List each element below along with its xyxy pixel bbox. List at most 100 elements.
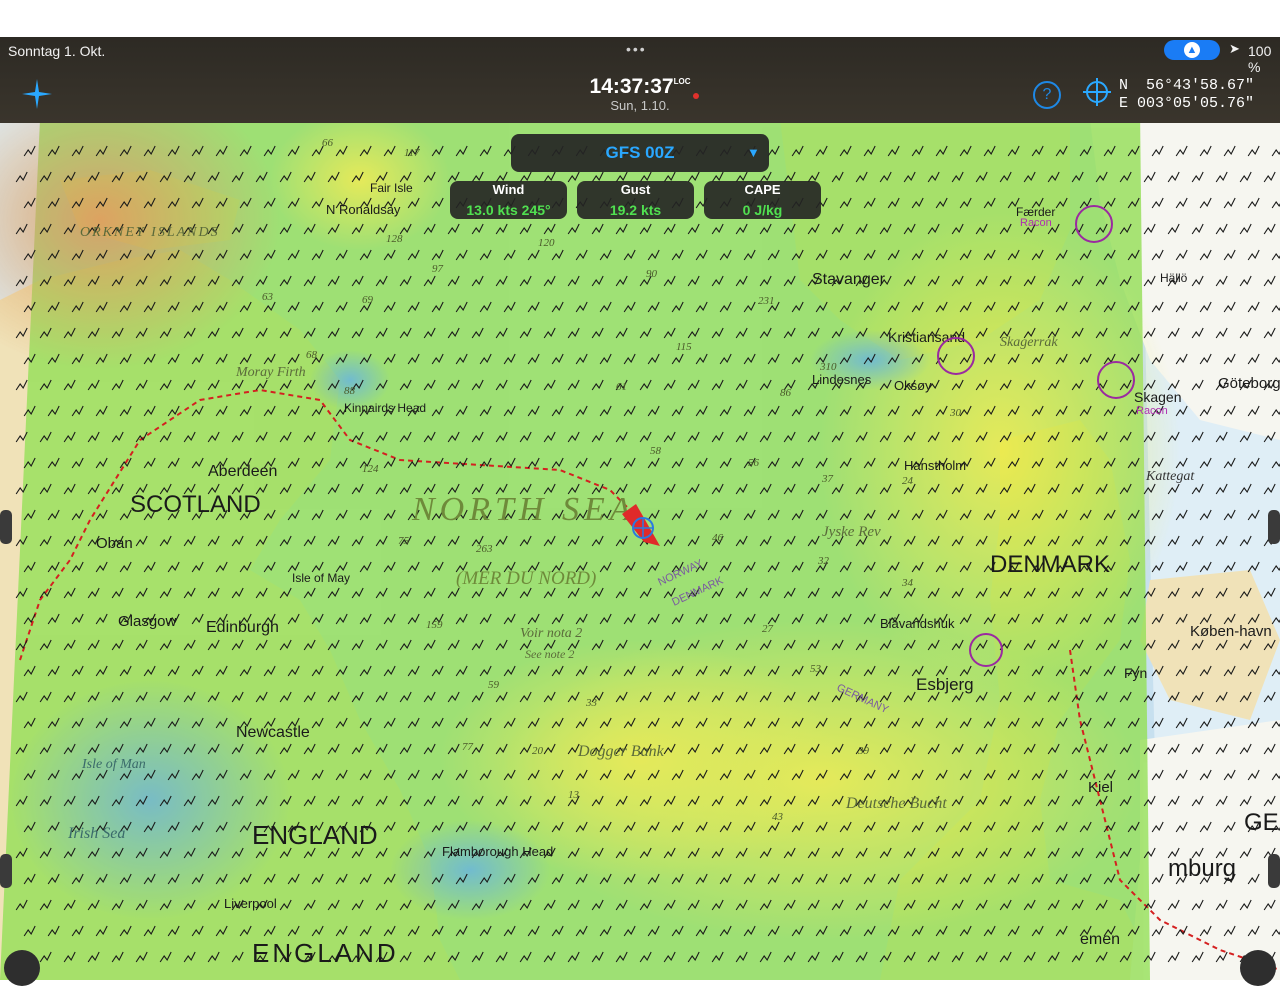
label-kinnairds: Kinnairds Head bbox=[344, 401, 426, 415]
depth-sounding: 75 bbox=[398, 535, 410, 547]
depth-sounding: 159 bbox=[426, 619, 443, 631]
depth-sounding: 128 bbox=[386, 233, 403, 245]
clock-time-value: 14:37:37 bbox=[589, 75, 674, 98]
label-isle-of-man: Isle of Man bbox=[81, 757, 146, 772]
param-gust-value: 19.2 kts bbox=[609, 202, 662, 218]
battery-level: 100 % bbox=[1248, 43, 1272, 75]
label-lindesnes: Lindesnes bbox=[812, 372, 872, 387]
depth-sounding: 90 bbox=[646, 268, 658, 280]
label-aberdeen: Aberdeen bbox=[208, 463, 277, 480]
label-liverpool: Liverpool bbox=[224, 896, 277, 911]
param-cape[interactable]: CAPE 0 J/kg bbox=[704, 181, 821, 219]
depth-sounding: 88 bbox=[344, 385, 356, 397]
label-kattegat: Kattegat bbox=[1145, 469, 1195, 484]
clock-time: 14:37:37LOC bbox=[560, 75, 720, 99]
label-oban: Oban bbox=[96, 535, 133, 552]
depth-sounding: 77 bbox=[462, 741, 474, 753]
label-kobenhavn: Køben-havn bbox=[1190, 623, 1272, 640]
dropdown-caret-icon: ▼ bbox=[747, 145, 760, 160]
label-fyn: Fyn bbox=[1124, 665, 1147, 681]
label-goteborg: Göteborg bbox=[1218, 375, 1280, 392]
depth-sounding: 66 bbox=[322, 137, 334, 149]
right-panel-handle[interactable] bbox=[1268, 510, 1280, 544]
depth-sounding: 310 bbox=[819, 361, 837, 373]
location-arrow-icon: ▲ bbox=[1184, 42, 1200, 58]
depth-sounding: 117 bbox=[404, 147, 420, 159]
depth-sounding: 231 bbox=[758, 295, 775, 307]
label-flamborough: Flamborough Head bbox=[442, 844, 553, 859]
depth-sounding: 13 bbox=[568, 789, 580, 801]
depth-sounding: 120 bbox=[538, 237, 555, 249]
land-germany bbox=[1130, 720, 1280, 980]
depth-sounding: 69 bbox=[362, 294, 374, 306]
compass-button[interactable] bbox=[1240, 950, 1276, 986]
label-racon-2: Racon bbox=[1020, 217, 1052, 229]
left-panel-handle[interactable] bbox=[0, 510, 12, 544]
param-wind[interactable]: Wind 13.0 kts 245° bbox=[450, 181, 567, 219]
label-scotland: SCOTLAND bbox=[130, 491, 261, 518]
label-england: ENGLAND bbox=[252, 820, 378, 850]
depth-sounding: 86 bbox=[780, 387, 792, 399]
depth-sounding: 43 bbox=[772, 811, 784, 823]
param-cape-value: 0 J/kg bbox=[742, 202, 783, 218]
label-ge: GE bbox=[1244, 809, 1279, 836]
param-cape-label: CAPE bbox=[744, 182, 781, 197]
depth-sounding: 97 bbox=[432, 263, 444, 275]
depth-sounding: 61 bbox=[616, 381, 627, 393]
depth-sounding: 58 bbox=[650, 445, 662, 457]
label-fair-isle: Fair Isle bbox=[370, 181, 413, 195]
depth-sounding: 68 bbox=[306, 349, 318, 361]
param-wind-label: Wind bbox=[492, 182, 525, 197]
multitask-dots[interactable]: ••• bbox=[626, 41, 647, 57]
help-button[interactable]: ? bbox=[1033, 81, 1061, 109]
app-header: Sonntag 1. Okt. ••• ▲ ➤ 100 % 14:37:37LO… bbox=[0, 37, 1280, 123]
label-orkney: ORKNEY ISLANDS bbox=[80, 225, 220, 240]
depth-sounding: 20 bbox=[532, 745, 544, 757]
depth-sounding: 27 bbox=[762, 623, 774, 635]
weather-model-label: GFS 00Z bbox=[605, 143, 675, 162]
label-voir-nota: Voir nota 2 bbox=[520, 626, 582, 641]
label-hanstholm: Hanstholm bbox=[904, 458, 966, 473]
label-north-sea: NORTH SEA bbox=[411, 491, 636, 528]
label-see-note: See note 2 bbox=[525, 647, 574, 661]
position-lon: E 003°05'05.76" bbox=[1119, 95, 1255, 112]
label-blavandshuk: Blåvandshuk bbox=[880, 616, 955, 631]
left-lower-handle[interactable] bbox=[0, 854, 12, 888]
label-irish-sea: Irish Sea bbox=[67, 825, 125, 842]
compass-rose-icon[interactable] bbox=[22, 79, 52, 109]
label-skagerrak: Skagerrak bbox=[1000, 335, 1058, 350]
layers-button[interactable] bbox=[4, 950, 40, 986]
depth-sounding: 56 bbox=[748, 457, 760, 469]
location-services-icon: ➤ bbox=[1229, 41, 1240, 56]
clock-date: Sun, 1.10. bbox=[610, 98, 670, 113]
position-readout[interactable]: N 56°43'58.67" E 003°05'05.76" bbox=[1119, 77, 1254, 113]
right-lower-handle[interactable] bbox=[1268, 854, 1280, 888]
crosshair-icon[interactable] bbox=[1083, 78, 1111, 106]
depth-sounding: 30 bbox=[949, 407, 962, 419]
label-n-ronaldsay: N Ronaldsay bbox=[326, 202, 401, 217]
label-racon-1: Racon bbox=[1136, 405, 1168, 417]
label-isle-of-may: Isle of May bbox=[292, 571, 350, 585]
label-bremen: emen bbox=[1080, 931, 1120, 948]
weather-model-selector[interactable]: GFS 00Z ▼ bbox=[511, 134, 769, 172]
depth-sounding: 33 bbox=[585, 697, 598, 709]
label-glasgow: Glasgow bbox=[118, 613, 177, 630]
depth-sounding: 34 bbox=[901, 577, 914, 589]
depth-sounding: 63 bbox=[262, 291, 274, 303]
label-england-2: ENGLAND bbox=[252, 938, 399, 968]
param-gust[interactable]: Gust 19.2 kts bbox=[577, 181, 694, 219]
position-lat: N 56°43'58.67" bbox=[1119, 77, 1255, 94]
location-pill[interactable]: ▲ bbox=[1164, 40, 1220, 60]
depth-sounding: 59 bbox=[488, 679, 500, 691]
label-esbjerg: Esbjerg bbox=[916, 675, 974, 694]
depth-sounding: 53 bbox=[810, 663, 822, 675]
label-edinburgh: Edinburgh bbox=[206, 619, 279, 636]
label-skagen: Skagen bbox=[1134, 389, 1181, 405]
label-denmark: DENMARK bbox=[990, 551, 1110, 578]
label-moray-firth: Moray Firth bbox=[235, 365, 306, 380]
label-hallo: Hällö bbox=[1160, 271, 1188, 285]
label-mer-du-nord: (MER DU NORD) bbox=[456, 568, 596, 589]
param-wind-value: 13.0 kts 245° bbox=[466, 202, 551, 218]
label-jyske-rev: Jyske Rev bbox=[822, 524, 881, 540]
label-kristiansand: Kristiansand bbox=[888, 329, 965, 345]
